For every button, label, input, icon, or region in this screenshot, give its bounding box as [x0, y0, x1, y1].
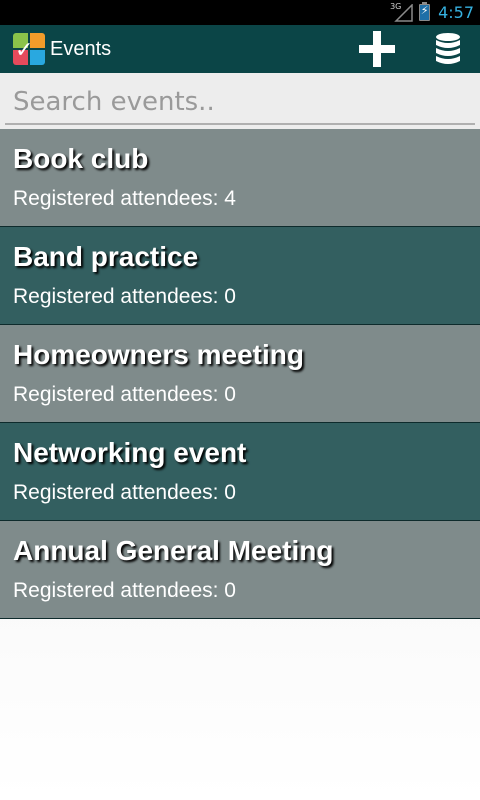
event-list: Book club Registered attendees: 4 Band p… — [0, 129, 480, 619]
database-icon — [436, 33, 460, 64]
event-attendees: Registered attendees: 0 — [13, 481, 236, 504]
page-title: Events — [50, 37, 112, 60]
clock: 4:57 — [438, 3, 474, 22]
event-attendees: Registered attendees: 0 — [13, 383, 236, 406]
list-item[interactable]: Annual General Meeting Registered attend… — [0, 521, 480, 619]
event-name: Annual General Meeting — [13, 535, 334, 566]
battery-charging-icon: ⚡ — [419, 2, 431, 21]
event-name: Homeowners meeting — [13, 339, 304, 370]
list-item[interactable]: Homeowners meeting Registered attendees:… — [0, 325, 480, 423]
event-attendees: Registered attendees: 0 — [13, 285, 236, 308]
event-attendees: Registered attendees: 4 — [13, 187, 236, 210]
event-attendees: Registered attendees: 0 — [13, 579, 236, 602]
network-type: 3G — [390, 1, 402, 11]
list-item[interactable]: Book club Registered attendees: 4 — [0, 129, 480, 227]
database-button[interactable] — [424, 25, 472, 73]
search-input[interactable] — [5, 81, 475, 125]
app-logo-icon[interactable]: ✓ — [13, 33, 45, 65]
event-name: Band practice — [13, 241, 199, 272]
event-name: Networking event — [13, 437, 247, 468]
action-bar: ✓ Events — [0, 25, 480, 73]
event-name: Book club — [13, 143, 149, 174]
list-item[interactable]: Networking event Registered attendees: 0 — [0, 423, 480, 521]
list-item[interactable]: Band practice Registered attendees: 0 — [0, 227, 480, 325]
search-bar — [0, 73, 480, 129]
screen: 3G ⚡ 4:57 ✓ Events Search events.. Book … — [0, 0, 480, 800]
add-event-button[interactable] — [353, 25, 401, 73]
status-bar: 3G ⚡ 4:57 — [0, 0, 480, 25]
signal-icon: 3G — [390, 1, 413, 22]
